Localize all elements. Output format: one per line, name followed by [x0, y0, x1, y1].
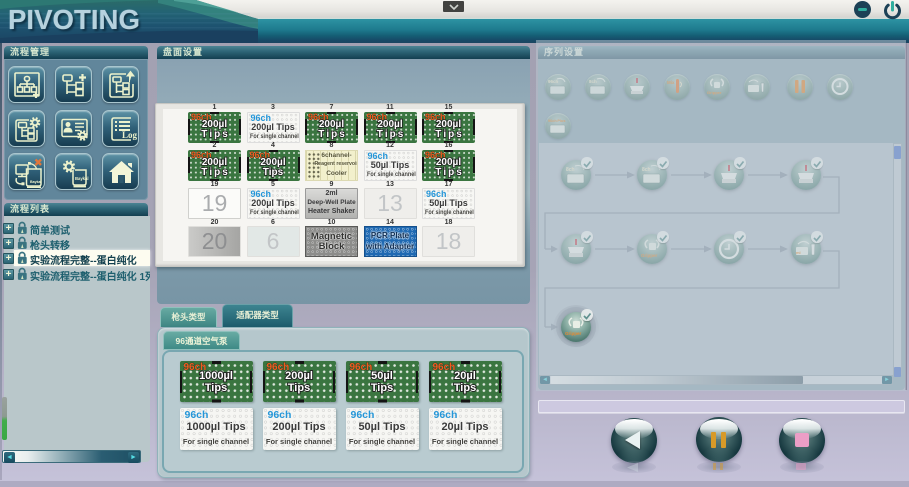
- svg-text:Baykal: Baykal: [75, 176, 89, 181]
- svg-text:Log: Log: [122, 130, 137, 140]
- svg-text:Baykal: Baykal: [30, 180, 42, 184]
- svg-text:Gripper: Gripper: [565, 331, 582, 336]
